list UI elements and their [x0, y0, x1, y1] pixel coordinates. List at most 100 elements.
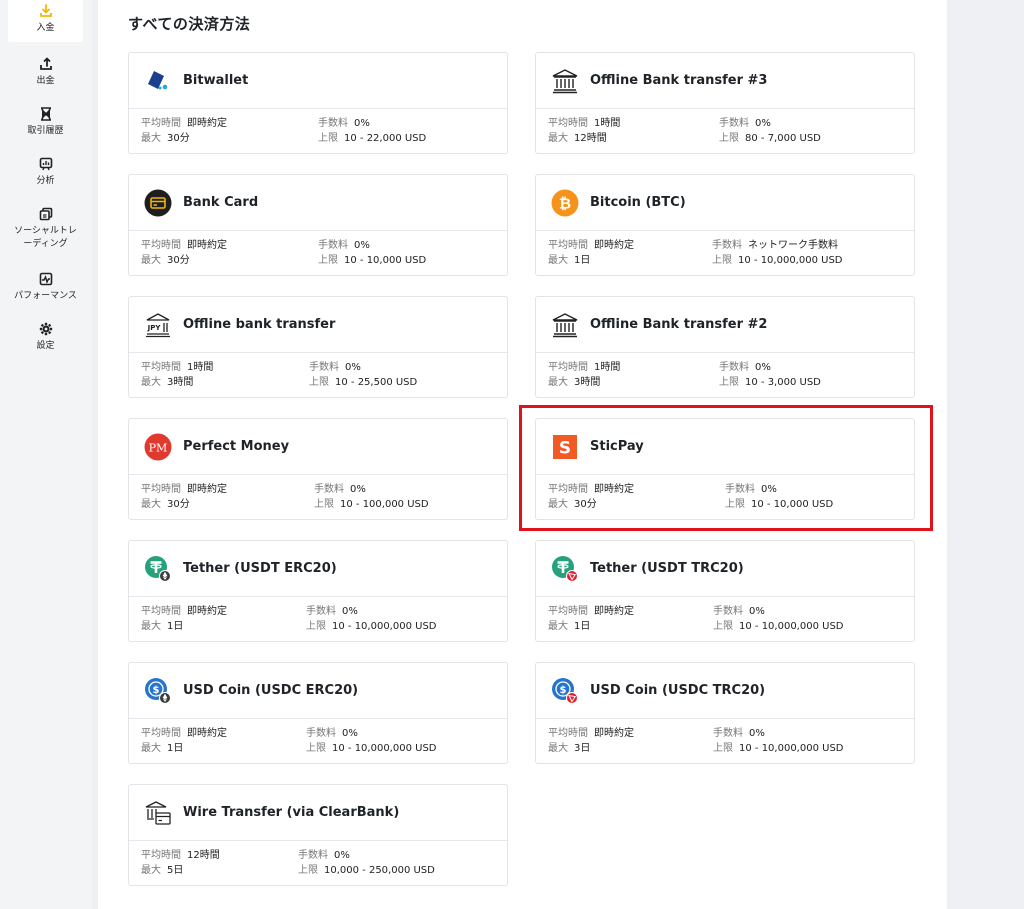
payment-method-card-wire-transfer[interactable]: Wire Transfer (via ClearBank) 平均時間 12時間 最… — [128, 784, 508, 886]
limit-value: 10,000 - 250,000 USD — [324, 865, 435, 876]
payment-method-card-bank-card[interactable]: Bank Card 平均時間 即時約定 最大 30分 手数料 0% 上限 10 - 10… — [128, 174, 508, 276]
sidebar-item-performance[interactable]: パフォーマンス — [8, 271, 83, 303]
usdc-erc20-icon: $ — [144, 677, 172, 705]
sidebar-item-analysis[interactable]: 分析 — [8, 156, 83, 188]
sidebar-item-deposit[interactable]: 入金 — [8, 0, 83, 42]
avg-time-value: 即時約定 — [594, 240, 634, 251]
fee-value: ネットワーク手数料 — [748, 240, 838, 251]
avg-time-label: 平均時間 — [141, 240, 181, 251]
limit-label: 上限 — [318, 133, 338, 144]
avg-time-value: 1時間 — [594, 118, 621, 129]
limit-label: 上限 — [306, 621, 326, 632]
sidebar-item-label: 取引履歴 — [27, 126, 64, 136]
sidebar-item-label: ソーシャルトレーディング — [14, 226, 77, 249]
payment-method-card-usdt-trc20[interactable]: Tether (USDT TRC20) 平均時間 即時約定 最大 1日 手数料 0% … — [535, 540, 915, 642]
payment-method-card-usdc-erc20[interactable]: $ USD Coin (USDC ERC20) 平均時間 即時約定 最大 1日 手数… — [128, 662, 508, 764]
fee-label: 手数料 — [314, 484, 344, 495]
max-time-value: 1日 — [167, 743, 184, 754]
avg-time-value: 即時約定 — [594, 606, 634, 617]
avg-time-value: 即時約定 — [594, 728, 634, 739]
limit-value: 10 - 10,000,000 USD — [332, 743, 437, 754]
payment-method-name: Bitwallet — [183, 73, 249, 88]
svg-text:S: S — [559, 438, 571, 458]
avg-time-label: 平均時間 — [141, 850, 181, 861]
limit-value: 10 - 10,000,000 USD — [738, 255, 843, 266]
payment-method-name: Offline Bank transfer #3 — [590, 73, 768, 88]
payment-method-card-bitwallet[interactable]: Bitwallet 平均時間 即時約定 最大 30分 手数料 0% 上限 10 - 22… — [128, 52, 508, 154]
fee-label: 手数料 — [713, 606, 743, 617]
copy-icon — [39, 206, 53, 222]
payment-method-name: Perfect Money — [183, 439, 290, 454]
limit-value: 10 - 100,000 USD — [340, 499, 429, 510]
bank-card-icon — [144, 189, 172, 217]
max-time-value: 5日 — [167, 865, 184, 876]
avg-time-label: 平均時間 — [548, 484, 588, 495]
max-time-value: 30分 — [167, 499, 190, 510]
payment-method-name: Bank Card — [183, 195, 259, 210]
svg-text:₿: ₿ — [559, 194, 571, 212]
bitwallet-logo-icon — [144, 67, 172, 95]
sidebar-item-label: パフォーマンス — [14, 291, 77, 301]
payment-method-card-perfect-money[interactable]: PM Perfect Money 平均時間 即時約定 最大 30分 手数料 0% 上限… — [128, 418, 508, 520]
limit-value: 10 - 10,000,000 USD — [739, 743, 844, 754]
avg-time-label: 平均時間 — [141, 606, 181, 617]
max-time-value: 1日 — [167, 621, 184, 632]
payment-method-name: Tether (USDT ERC20) — [183, 561, 337, 576]
bitcoin-icon: ₿ — [551, 189, 579, 217]
sidebar-item-social-trading[interactable]: ソーシャルトレーディング — [8, 206, 83, 251]
payment-method-card-bitcoin[interactable]: ₿ Bitcoin (BTC) 平均時間 即時約定 最大 1日 手数料 ネットワーク手… — [535, 174, 915, 276]
sidebar-item-withdraw[interactable]: 出金 — [8, 56, 83, 88]
limit-label: 上限 — [309, 377, 329, 388]
svg-text:PM: PM — [149, 441, 168, 454]
fee-label: 手数料 — [318, 118, 348, 129]
performance-icon — [39, 271, 53, 287]
max-time-label: 最大 — [141, 499, 161, 510]
max-time-label: 最大 — [141, 743, 161, 754]
max-time-value: 1日 — [574, 621, 591, 632]
fee-label: 手数料 — [725, 484, 755, 495]
limit-value: 10 - 10,000 USD — [344, 255, 427, 266]
payment-method-card-offline-bank-jpy[interactable]: JPY Offline bank transfer 平均時間 1時間 最大 3時間 … — [128, 296, 508, 398]
fee-label: 手数料 — [306, 606, 336, 617]
limit-label: 上限 — [712, 255, 732, 266]
max-time-value: 3時間 — [167, 377, 194, 388]
payment-method-name: USD Coin (USDC TRC20) — [590, 683, 766, 698]
fee-value: 0% — [342, 728, 358, 739]
fee-value: 0% — [334, 850, 350, 861]
fee-label: 手数料 — [712, 240, 742, 251]
limit-label: 上限 — [318, 255, 338, 266]
avg-time-value: 1時間 — [187, 362, 214, 373]
fee-value: 0% — [342, 606, 358, 617]
payment-method-card-usdt-erc20[interactable]: Tether (USDT ERC20) 平均時間 即時約定 最大 1日 手数料 0% … — [128, 540, 508, 642]
fee-value: 0% — [755, 362, 771, 373]
perfect-money-icon: PM — [144, 433, 172, 461]
sticpay-icon: S — [551, 433, 579, 461]
max-time-value: 30分 — [167, 255, 190, 266]
payment-method-name: Offline Bank transfer #2 — [590, 317, 768, 332]
fee-value: 0% — [345, 362, 361, 373]
page-title: すべての決済方法 — [128, 15, 251, 33]
max-time-label: 最大 — [141, 377, 161, 388]
payment-method-card-usdc-trc20[interactable]: $ USD Coin (USDC TRC20) 平均時間 即時約定 最大 3日 手数… — [535, 662, 915, 764]
fee-label: 手数料 — [306, 728, 336, 739]
limit-value: 10 - 22,000 USD — [344, 133, 427, 144]
avg-time-label: 平均時間 — [141, 118, 181, 129]
fee-value: 0% — [755, 118, 771, 129]
limit-label: 上限 — [713, 621, 733, 632]
payment-method-card-offline-bank-2[interactable]: Offline Bank transfer #2 平均時間 1時間 最大 3時間 手… — [535, 296, 915, 398]
tether-erc20-icon — [144, 555, 172, 583]
max-time-value: 3時間 — [574, 377, 601, 388]
wire-transfer-icon — [144, 799, 172, 827]
svg-text:$: $ — [153, 685, 160, 696]
bank-building-icon — [551, 67, 579, 95]
payment-method-card-sticpay[interactable]: S SticPay 平均時間 即時約定 最大 30分 手数料 0% 上限 10 - 10… — [535, 418, 915, 520]
max-time-label: 最大 — [141, 621, 161, 632]
fee-value: 0% — [749, 728, 765, 739]
payment-method-card-offline-bank-3[interactable]: Offline Bank transfer #3 平均時間 1時間 最大 12時間 … — [535, 52, 915, 154]
svg-text:$: $ — [560, 685, 567, 696]
sidebar-item-settings[interactable]: 設定 — [8, 321, 83, 353]
limit-value: 10 - 3,000 USD — [745, 377, 821, 388]
avg-time-value: 12時間 — [187, 850, 220, 861]
sidebar-item-history[interactable]: 取引履歴 — [8, 106, 83, 138]
fee-label: 手数料 — [318, 240, 348, 251]
